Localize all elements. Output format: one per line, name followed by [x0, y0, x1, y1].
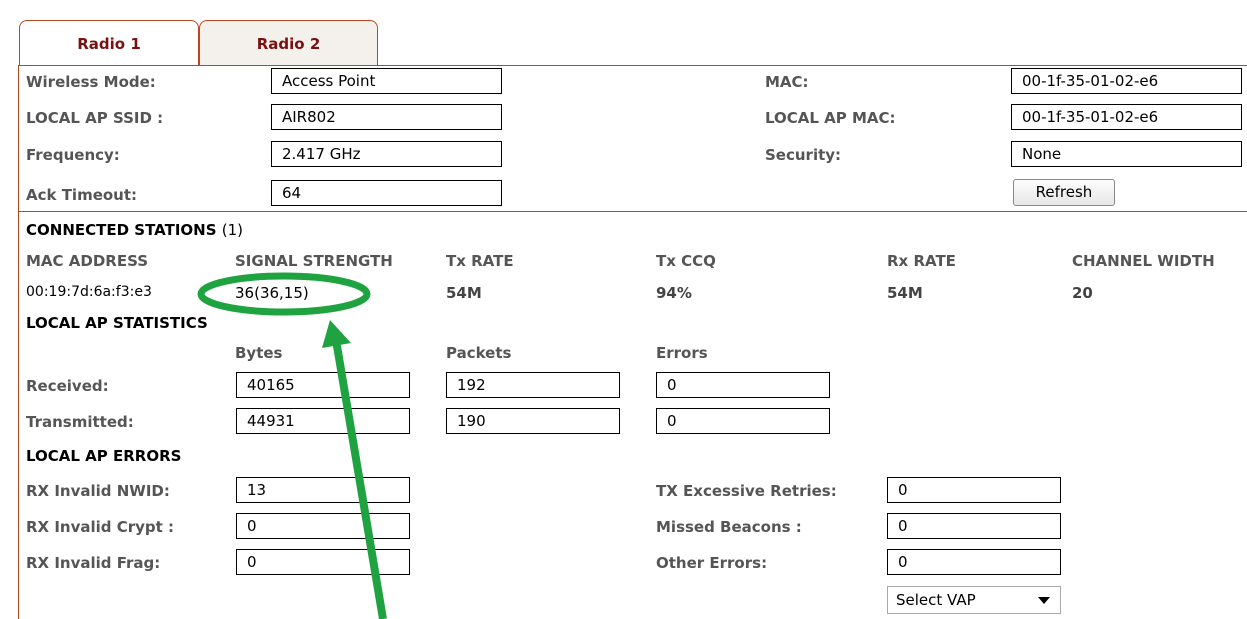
section-divider [18, 211, 1247, 212]
received-bytes-field[interactable]: 40165 [236, 372, 410, 398]
security-label: Security: [765, 146, 842, 164]
router-status-page: Radio 1 Radio 2 Wireless Mode: Access Po… [0, 0, 1247, 619]
ack-timeout-field[interactable]: 64 [271, 180, 502, 206]
missed-beacons-label: Missed Beacons : [656, 518, 802, 536]
station-mac: 00:19:7d:6a:f3:e3 [26, 284, 152, 300]
rx-invalid-frag-label: RX Invalid Frag: [26, 554, 161, 572]
received-packets-field[interactable]: 192 [446, 372, 620, 398]
col-channel-width: CHANNEL WIDTH [1072, 252, 1215, 270]
other-errors-field[interactable]: 0 [887, 549, 1061, 575]
transmitted-errors-field[interactable]: 0 [656, 408, 830, 434]
col-signal-strength: SIGNAL STRENGTH [235, 252, 393, 270]
station-channel-width: 20 [1072, 284, 1093, 302]
security-field[interactable]: None [1011, 141, 1242, 167]
rx-invalid-crypt-field[interactable]: 0 [236, 513, 410, 539]
chevron-down-icon [1038, 597, 1050, 604]
local-ap-mac-label: LOCAL AP MAC: [765, 109, 896, 127]
transmitted-bytes-field[interactable]: 44931 [236, 408, 410, 434]
station-rx-rate: 54M [887, 284, 923, 302]
ssid-label: LOCAL AP SSID : [26, 109, 164, 127]
rx-invalid-frag-field[interactable]: 0 [236, 549, 410, 575]
station-tx-rate: 54M [446, 284, 482, 302]
mac-label: MAC: [765, 73, 809, 91]
received-errors-field[interactable]: 0 [656, 372, 830, 398]
connected-stations-count: (1) [221, 221, 243, 239]
mac-field[interactable]: 00-1f-35-01-02-e6 [1011, 68, 1242, 94]
refresh-button[interactable]: Refresh [1013, 179, 1115, 206]
col-errors: Errors [656, 344, 708, 362]
tab-radio-1[interactable]: Radio 1 [19, 20, 199, 66]
ack-timeout-label: Ack Timeout: [26, 186, 138, 204]
tx-excessive-retries-field[interactable]: 0 [887, 477, 1061, 503]
frequency-field[interactable]: 2.417 GHz [271, 141, 502, 167]
ssid-field[interactable]: AIR802 [271, 104, 502, 130]
select-vap-value: Select VAP [896, 591, 976, 609]
col-tx-rate: Tx RATE [446, 252, 514, 270]
frequency-label: Frequency: [26, 146, 120, 164]
wireless-mode-field[interactable]: Access Point [271, 68, 502, 94]
tab-radio-2[interactable]: Radio 2 [199, 20, 378, 65]
local-ap-mac-field[interactable]: 00-1f-35-01-02-e6 [1011, 104, 1242, 130]
rx-invalid-crypt-label: RX Invalid Crypt : [26, 518, 175, 536]
station-signal-strength: 36(36,15) [235, 284, 309, 302]
missed-beacons-field[interactable]: 0 [887, 513, 1061, 539]
col-packets: Packets [446, 344, 512, 362]
connected-stations-heading: CONNECTED STATIONS [26, 221, 217, 239]
rx-invalid-nwid-field[interactable]: 13 [236, 477, 410, 503]
transmitted-label: Transmitted: [26, 413, 134, 431]
connected-stations-title: CONNECTED STATIONS (1) [26, 221, 243, 239]
col-mac-address: MAC ADDRESS [26, 252, 149, 270]
transmitted-packets-field[interactable]: 190 [446, 408, 620, 434]
panel-top-border [378, 65, 1247, 66]
col-rx-rate: Rx RATE [887, 252, 956, 270]
received-label: Received: [26, 377, 109, 395]
rx-invalid-nwid-label: RX Invalid NWID: [26, 482, 170, 500]
local-ap-statistics-title: LOCAL AP STATISTICS [26, 314, 208, 332]
local-ap-errors-title: LOCAL AP ERRORS [26, 447, 182, 465]
station-tx-ccq: 94% [656, 284, 692, 302]
col-tx-ccq: Tx CCQ [656, 252, 716, 270]
other-errors-label: Other Errors: [656, 554, 768, 572]
col-bytes: Bytes [235, 344, 283, 362]
select-vap-dropdown[interactable]: Select VAP [887, 586, 1061, 614]
wireless-mode-label: Wireless Mode: [26, 73, 156, 91]
tx-excessive-retries-label: TX Excessive Retries: [656, 482, 837, 500]
